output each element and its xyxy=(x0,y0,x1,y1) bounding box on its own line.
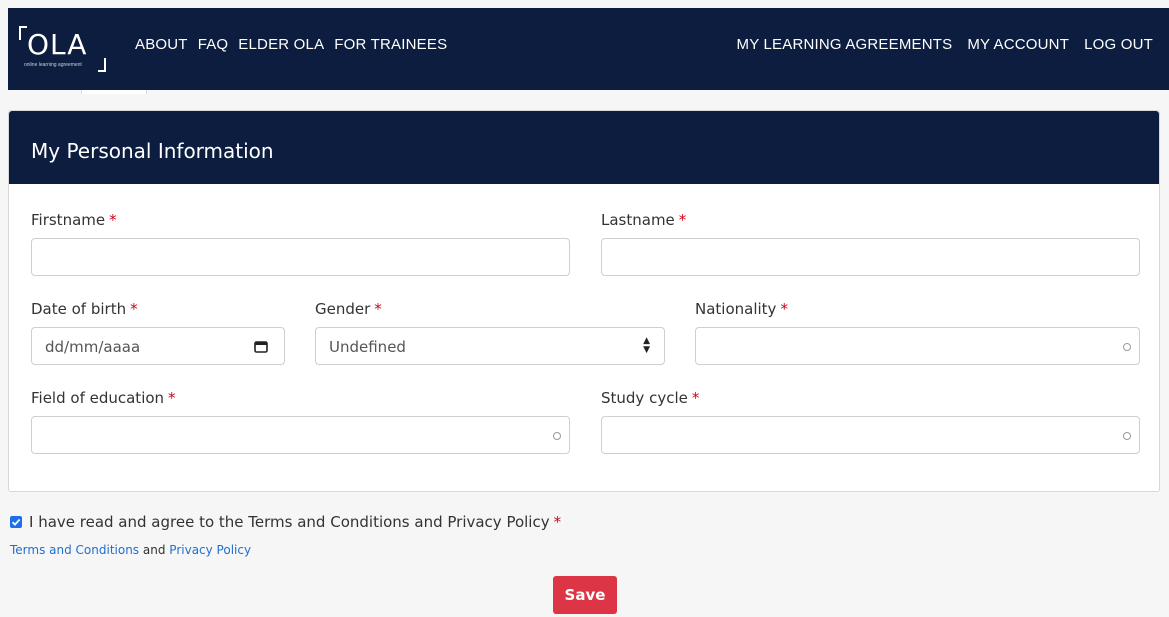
required-mark: * xyxy=(374,300,382,318)
date-of-birth-label-text: Date of birth xyxy=(31,300,127,318)
loading-circle-icon xyxy=(1123,432,1131,440)
calendar-icon[interactable] xyxy=(254,340,268,353)
date-of-birth-label: Date of birth * xyxy=(31,300,138,318)
field-of-education-label-text: Field of education xyxy=(31,389,165,407)
date-of-birth-placeholder: dd/mm/aaaa xyxy=(45,338,141,356)
loading-circle-icon xyxy=(553,432,561,440)
lastname-label-text: Lastname xyxy=(601,211,675,229)
save-button[interactable]: Save xyxy=(553,576,617,614)
logo-text: OLA xyxy=(27,28,88,61)
nav-about[interactable]: ABOUT xyxy=(135,36,188,53)
nationality-label-text: Nationality xyxy=(695,300,777,318)
nav-elder-ola[interactable]: ELDER OLA xyxy=(238,36,324,53)
required-mark: * xyxy=(691,389,700,407)
lastname-label: Lastname * xyxy=(601,211,686,229)
required-mark: * xyxy=(109,211,117,229)
required-mark: * xyxy=(553,513,562,531)
firstname-label: Firstname * xyxy=(31,211,117,229)
terms-agreement-label: I have read and agree to the Terms and C… xyxy=(29,513,550,531)
nationality-input[interactable] xyxy=(695,327,1140,365)
logo-subtitle: online learning agreement xyxy=(24,62,82,68)
tab-active[interactable] xyxy=(81,90,147,94)
nav-right-links: MY LEARNING AGREEMENTS MY ACCOUNT LOG OU… xyxy=(737,36,1154,53)
date-of-birth-input[interactable]: dd/mm/aaaa xyxy=(31,327,285,365)
field-of-education-label: Field of education * xyxy=(31,389,176,407)
study-cycle-label: Study cycle * xyxy=(601,389,699,407)
card-title: My Personal Information xyxy=(31,139,274,163)
field-of-education-input[interactable] xyxy=(31,416,570,454)
required-mark: * xyxy=(678,211,687,229)
firstname-label-text: Firstname xyxy=(31,211,106,229)
gender-selected-value: Undefined xyxy=(329,338,406,356)
terms-agreement-checkbox[interactable] xyxy=(10,516,22,528)
required-mark: * xyxy=(130,300,138,318)
nav-log-out[interactable]: LOG OUT xyxy=(1084,36,1153,53)
terms-agreement-text: I have read and agree to the Terms and C… xyxy=(29,513,561,531)
ola-logo[interactable]: OLA online learning agreement xyxy=(19,26,109,76)
required-mark: * xyxy=(168,389,176,407)
and-text: and xyxy=(142,543,166,557)
gender-select[interactable]: Undefined ▲ ▼ xyxy=(315,327,665,365)
nav-for-trainees[interactable]: FOR TRAINEES xyxy=(334,36,447,53)
policy-links: Terms and Conditions and Privacy Policy xyxy=(10,543,251,557)
nav-faq[interactable]: FAQ xyxy=(198,36,229,53)
study-cycle-input[interactable] xyxy=(601,416,1140,454)
privacy-policy-link[interactable]: Privacy Policy xyxy=(169,543,251,557)
nationality-label: Nationality * xyxy=(695,300,788,318)
study-cycle-label-text: Study cycle xyxy=(601,389,688,407)
logo-bracket-top-left xyxy=(19,26,27,40)
firstname-input[interactable] xyxy=(31,238,570,276)
personal-information-card: My Personal Information Firstname * Lastn… xyxy=(8,110,1160,492)
logo-bracket-bottom-right xyxy=(98,58,106,72)
select-arrows-icon: ▲ ▼ xyxy=(643,336,650,355)
nav-my-account[interactable]: MY ACCOUNT xyxy=(967,36,1069,53)
loading-circle-icon xyxy=(1123,343,1131,351)
nav-my-learning-agreements[interactable]: MY LEARNING AGREEMENTS xyxy=(737,36,953,53)
gender-label-text: Gender xyxy=(315,300,371,318)
terms-agreement-row: I have read and agree to the Terms and C… xyxy=(10,513,561,531)
nav-left-links: ABOUT FAQ ELDER OLA FOR TRAINEES xyxy=(135,36,447,53)
top-navigation-bar: OLA online learning agreement ABOUT FAQ … xyxy=(8,8,1169,90)
lastname-input[interactable] xyxy=(601,238,1140,276)
gender-label: Gender * xyxy=(315,300,382,318)
tab-strip xyxy=(8,90,1169,94)
check-icon xyxy=(11,518,21,526)
card-header: My Personal Information xyxy=(9,111,1159,184)
required-mark: * xyxy=(780,300,788,318)
terms-and-conditions-link[interactable]: Terms and Conditions xyxy=(10,543,139,557)
